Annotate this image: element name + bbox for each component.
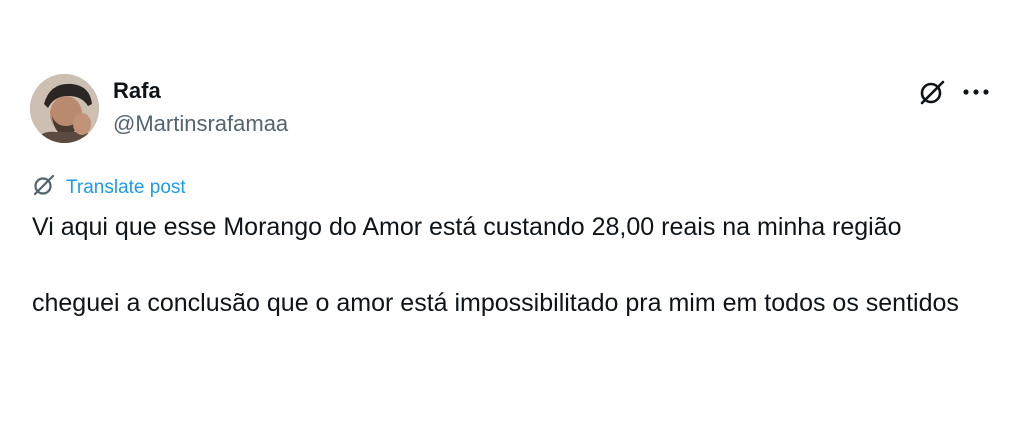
translate-post-button[interactable]: Translate post xyxy=(32,173,186,202)
grok-icon[interactable] xyxy=(918,78,946,106)
post-paragraph: Vi aqui que esse Morango do Amor está cu… xyxy=(32,213,902,241)
avatar[interactable] xyxy=(30,74,99,143)
tweet-card: Rafa @Martinsrafamaa Translate post Vi a… xyxy=(0,0,1024,443)
grok-icon xyxy=(32,173,56,202)
post-text: Vi aqui que esse Morango do Amor está cu… xyxy=(32,208,992,322)
author-block: Rafa @Martinsrafamaa xyxy=(113,76,288,139)
translate-post-label: Translate post xyxy=(66,176,186,198)
user-handle[interactable]: @Martinsrafamaa xyxy=(113,109,288,139)
user-avatar-photo-icon xyxy=(30,74,99,143)
post-paragraph: cheguei a conclusão que o amor está impo… xyxy=(32,289,959,317)
more-horizontal-icon[interactable] xyxy=(962,87,990,97)
tweet-actions xyxy=(918,78,990,106)
display-name[interactable]: Rafa xyxy=(113,76,288,106)
